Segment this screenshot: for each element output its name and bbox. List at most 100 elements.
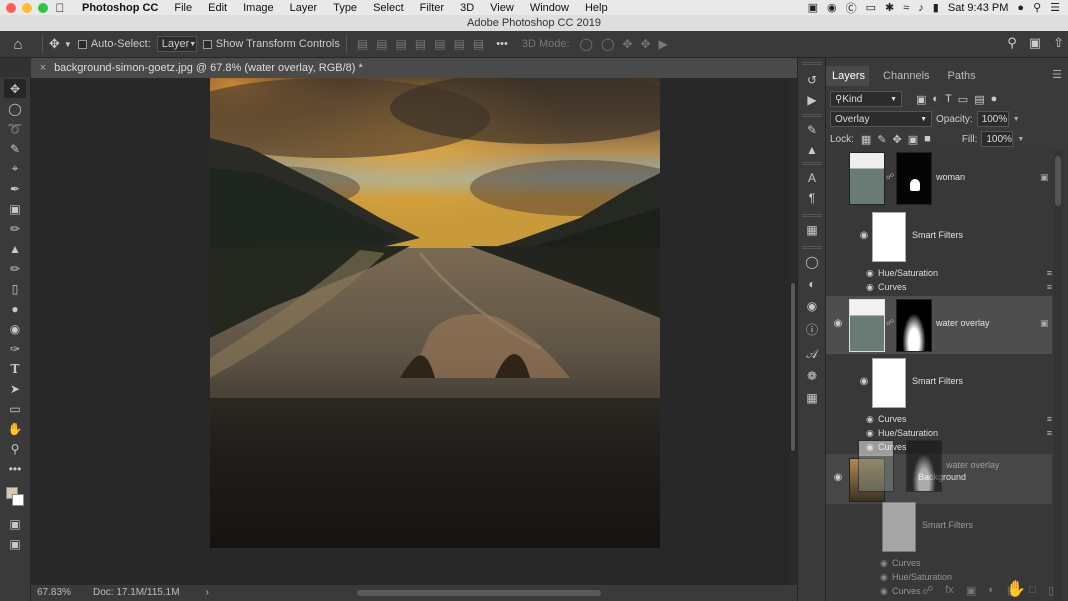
distribute-icon[interactable]: ▤ — [473, 37, 484, 51]
screen-record-icon[interactable]: ▣ — [808, 1, 818, 14]
filter-toggle-icon[interactable]: ● — [991, 93, 998, 106]
canvas-horizontal-scrollbar[interactable] — [357, 590, 601, 596]
align-right-icon[interactable]: ▤ — [396, 37, 407, 51]
layer-woman[interactable]: ☍ woman ▣ — [826, 150, 1052, 208]
lasso-tool-icon[interactable]: ➰ — [4, 119, 26, 138]
learn-lightbulb-icon[interactable]: ◯ — [804, 254, 820, 270]
show-transform-checkbox[interactable] — [202, 39, 212, 49]
workspace-icon[interactable]: ▣ — [1029, 35, 1041, 51]
layer-name[interactable]: water overlay — [936, 318, 990, 328]
spotlight-search-icon[interactable]: ⚲ — [1033, 1, 1041, 14]
layer-thumbnail[interactable] — [849, 299, 885, 352]
smart-filter-mask[interactable] — [872, 358, 906, 408]
menu-select[interactable]: Select — [365, 2, 412, 14]
align-top-icon[interactable]: ▤ — [415, 37, 426, 51]
marquee-tool-icon[interactable]: ◯ — [4, 99, 26, 118]
blend-mode-dropdown[interactable]: Overlay ▼ — [830, 111, 932, 127]
add-mask-icon[interactable]: ▣ — [966, 584, 976, 597]
color-swatches[interactable] — [4, 485, 26, 509]
zoom-window-button[interactable] — [38, 3, 48, 13]
hand-tool-icon[interactable]: ✋ — [4, 419, 26, 438]
canvas-area[interactable] — [31, 78, 789, 585]
scrollbar-thumb[interactable] — [1055, 156, 1061, 206]
clone-stamp-tool-icon[interactable]: ▲ — [4, 239, 26, 258]
swatches-grid-icon[interactable]: ▦ — [804, 222, 820, 238]
filter-curves[interactable]: ◉ Curves ≡ — [866, 280, 1052, 294]
screen-mode-icon[interactable]: ▣ — [4, 534, 26, 553]
document-image[interactable] — [210, 78, 660, 548]
filter-hue-saturation[interactable]: ◉ Hue/Saturation ≡ — [866, 266, 1052, 280]
panel-menu-icon[interactable]: ☰ — [1052, 68, 1062, 81]
eye-icon[interactable]: ◉ — [866, 414, 878, 425]
scrollbar-thumb[interactable] — [790, 282, 796, 452]
link-icon[interactable]: ☍ — [886, 172, 894, 181]
lock-transparency-icon[interactable]: ▦ — [861, 133, 871, 146]
dodge-tool-icon[interactable]: ◉ — [4, 319, 26, 338]
layer-water-overlay[interactable]: ◉ ☍ water overlay ▣ — [826, 296, 1052, 354]
history-brush-tool-icon[interactable]: ✏ — [4, 259, 26, 278]
panel-grip[interactable] — [802, 162, 822, 165]
info-icon[interactable]: ⓘ — [804, 322, 820, 338]
background-color-swatch[interactable] — [12, 494, 24, 506]
creative-cloud-icon[interactable]: ◉ — [827, 1, 837, 14]
brush-tool-icon[interactable]: ✏ — [4, 219, 26, 238]
pen-tool-icon[interactable]: ✑ — [4, 339, 26, 358]
close-tab-icon[interactable]: × — [35, 58, 51, 78]
filter-curves[interactable]: ◉ Curves ≡ — [866, 412, 1052, 426]
minimize-window-button[interactable] — [22, 3, 32, 13]
skype-icon[interactable]: Ⓒ — [846, 0, 857, 16]
wifi-icon[interactable]: ≈ — [903, 2, 909, 14]
new-adjustment-icon[interactable]: ◐ — [988, 584, 995, 596]
3d-orbit-icon[interactable]: ◯ — [580, 37, 593, 51]
panel-grip[interactable] — [802, 246, 822, 249]
adjustments-icon[interactable]: ◐ — [804, 276, 820, 292]
properties-icon[interactable]: ▦ — [804, 390, 820, 406]
tab-layers[interactable]: Layers — [826, 66, 870, 86]
eye-icon[interactable]: ◉ — [832, 472, 844, 484]
path-selection-tool-icon[interactable]: ➤ — [4, 379, 26, 398]
glyphs-icon[interactable]: 𝒜 — [804, 346, 820, 362]
close-window-button[interactable] — [6, 3, 16, 13]
menu-help[interactable]: Help — [577, 2, 616, 14]
3d-slide-icon[interactable]: ✥ — [640, 37, 650, 51]
paragraph-icon[interactable]: ¶ — [804, 190, 820, 206]
add-style-icon[interactable]: fx — [945, 584, 954, 596]
actions-play-icon[interactable]: ▶ — [804, 92, 820, 108]
type-tool-icon[interactable]: T — [4, 359, 26, 378]
user-icon[interactable]: ● — [1017, 2, 1024, 14]
eraser-tool-icon[interactable]: ▯ — [4, 279, 26, 298]
character-icon[interactable]: A — [804, 170, 820, 186]
link-layers-icon[interactable]: ☍ — [922, 584, 933, 597]
filter-blending-options-icon[interactable]: ≡ — [1047, 268, 1052, 278]
trash-icon[interactable]: ▯ — [1048, 584, 1054, 597]
filter-kind-dropdown[interactable]: ⚲Kind ▼ — [830, 91, 902, 107]
share-icon[interactable]: ⇧ — [1053, 35, 1064, 51]
align-left-icon[interactable]: ▤ — [357, 37, 368, 51]
layer-mask-thumbnail[interactable] — [896, 299, 932, 352]
canvas-vertical-scrollbar[interactable] — [789, 78, 797, 585]
more-options-icon[interactable]: ••• — [496, 38, 508, 50]
bluetooth-icon[interactable]: ✱ — [885, 1, 894, 14]
tab-paths[interactable]: Paths — [942, 70, 980, 82]
move-tool-icon[interactable]: ✥ — [4, 79, 26, 98]
menu-list-icon[interactable]: ☰ — [1050, 1, 1060, 14]
eye-icon[interactable]: ◉ — [866, 282, 878, 293]
layer-thumbnail[interactable] — [849, 152, 885, 205]
quick-mask-icon[interactable]: ▣ — [4, 514, 26, 533]
menu-image[interactable]: Image — [235, 2, 282, 14]
blur-tool-icon[interactable]: ● — [4, 299, 26, 318]
history-icon[interactable]: ↺ — [804, 72, 820, 88]
clone-source-icon[interactable]: ▲ — [804, 142, 820, 158]
adjustment-filter-icon[interactable]: ◐ — [932, 93, 939, 106]
layer-name[interactable]: woman — [936, 172, 965, 182]
3d-video-icon[interactable]: ▶ — [659, 37, 668, 51]
eyedropper-tool-icon[interactable]: ✒ — [4, 179, 26, 198]
align-center-icon[interactable]: ▤ — [376, 37, 387, 51]
filter-blending-options-icon[interactable]: ≡ — [1047, 414, 1052, 424]
volume-icon[interactable]: ♪ — [918, 2, 924, 14]
lock-pixels-icon[interactable]: ✎ — [877, 133, 886, 146]
align-middle-icon[interactable]: ▤ — [434, 37, 445, 51]
menu-file[interactable]: File — [166, 2, 200, 14]
cast-icon[interactable]: ▭ — [866, 1, 876, 14]
type-filter-icon[interactable]: T — [945, 93, 952, 106]
